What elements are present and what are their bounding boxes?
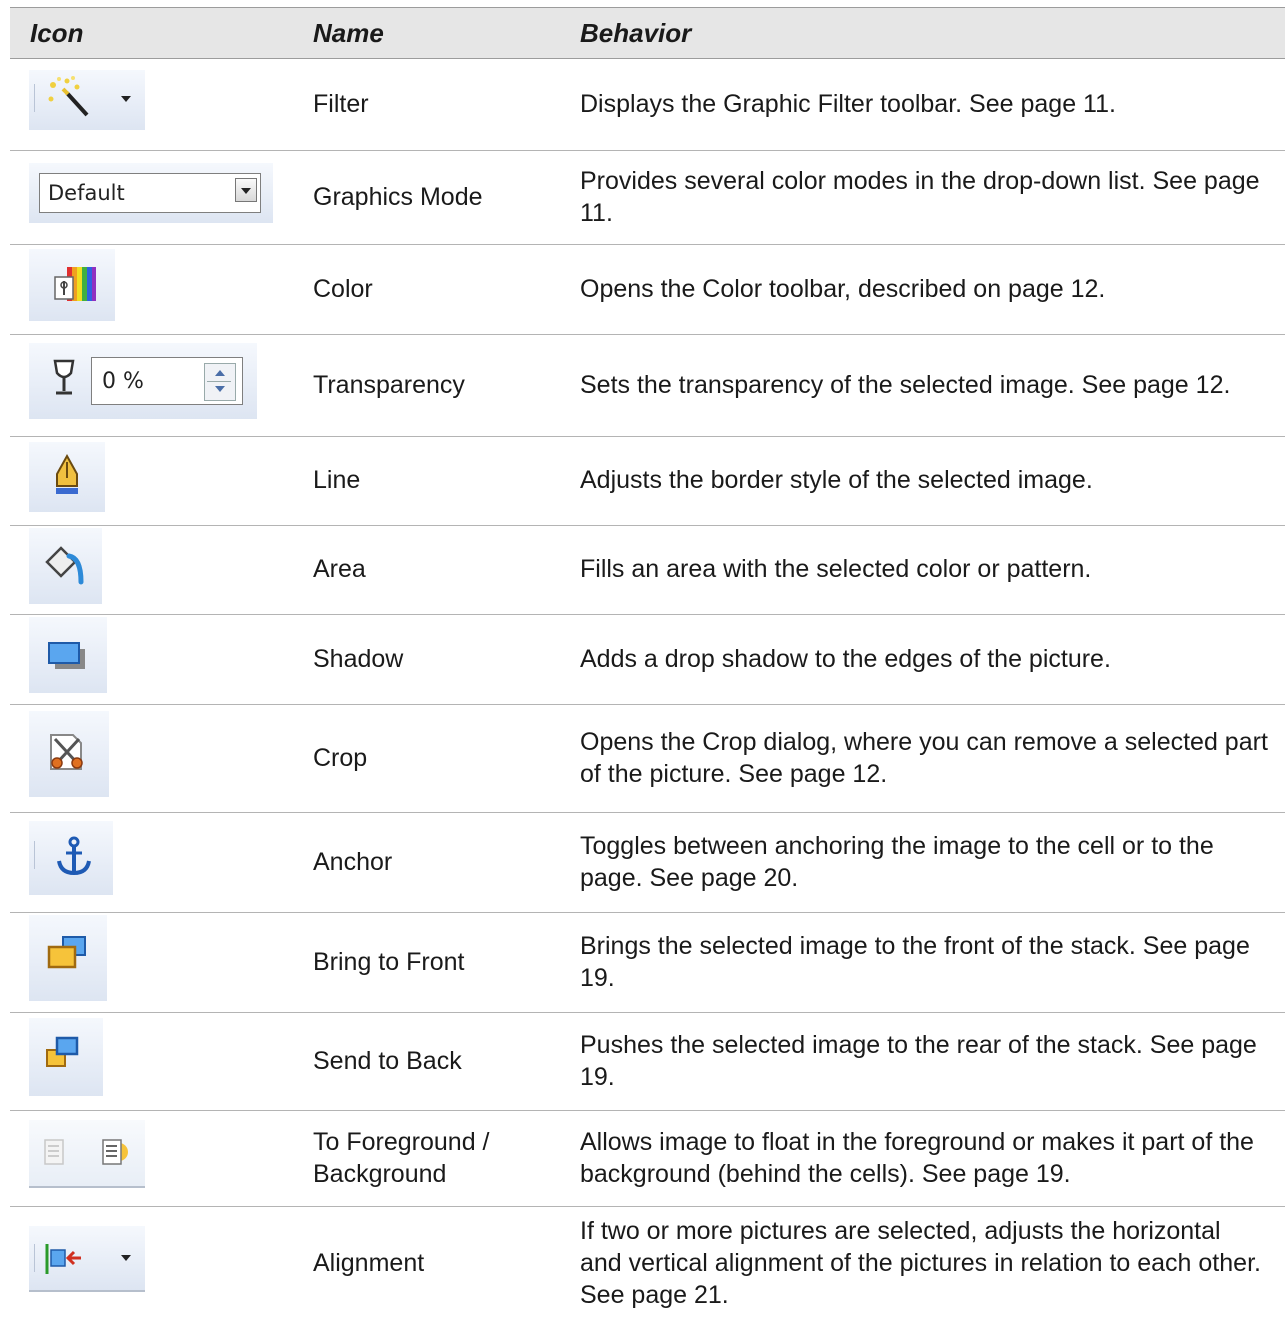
row-behavior: If two or more pictures are selected, ad…	[580, 1217, 1261, 1309]
table-row: Default Graphics Mode Provides several c…	[10, 150, 1285, 245]
send-to-back-icon[interactable]	[29, 1018, 103, 1097]
area-bucket-icon[interactable]	[29, 527, 102, 604]
graphics-mode-combo[interactable]: Default	[39, 173, 261, 214]
icon-cell	[10, 244, 280, 335]
color-icon[interactable]	[29, 249, 115, 322]
header-icon: Icon	[10, 7, 280, 59]
row-name: To Foreground / Background	[280, 1110, 544, 1207]
row-behavior: Brings the selected image to the front o…	[544, 912, 1285, 1013]
bring-to-front-icon[interactable]	[29, 915, 107, 1002]
toolbar-icons-table: Icon Name Behavior Filter Displays the G…	[10, 7, 1285, 1321]
row-name: Filter	[280, 58, 544, 151]
table-row: Anchor Toggles between anchoring the ima…	[10, 812, 1285, 913]
row-behavior: Pushes the selected image to the rear of…	[544, 1012, 1285, 1111]
chevron-down-icon[interactable]	[235, 178, 257, 203]
transparency-spinbox[interactable]: 0 %	[91, 357, 243, 406]
magic-wand-filter-icon[interactable]	[29, 70, 145, 131]
icon-cell	[10, 525, 280, 615]
icon-cell	[10, 58, 280, 151]
row-name: Line	[280, 436, 544, 526]
row-behavior: Opens the Color toolbar, described on pa…	[544, 244, 1285, 335]
icon-cell	[10, 704, 280, 813]
transparency-toolbar: 0 %	[29, 343, 257, 420]
icon-cell: 0 %	[10, 334, 280, 437]
anchor-icon[interactable]	[29, 821, 113, 896]
icon-cell	[10, 1110, 280, 1207]
table-header-row: Icon Name Behavior	[10, 7, 1285, 59]
row-name: Send to Back	[280, 1012, 544, 1111]
table-row: Line Adjusts the border style of the sel…	[10, 436, 1285, 526]
spin-value: 0 %	[102, 369, 144, 395]
row-behavior: Adds a drop shadow to the edges of the p…	[544, 614, 1285, 705]
row-name: Color	[280, 244, 544, 335]
row-name: Anchor	[280, 812, 544, 913]
combo-value: Default	[48, 181, 125, 206]
row-name: Shadow	[280, 614, 544, 705]
graphics-mode-toolbar: Default	[29, 163, 273, 224]
spin-arrows[interactable]	[204, 363, 236, 402]
table-row: Send to Back Pushes the selected image t…	[10, 1012, 1285, 1111]
crop-scissors-icon[interactable]	[29, 711, 109, 798]
table-row: Bring to Front Brings the selected image…	[10, 912, 1285, 1013]
transparency-icon	[53, 359, 75, 395]
table-row: Filter Displays the Graphic Filter toolb…	[10, 58, 1285, 151]
icon-cell	[10, 614, 280, 705]
row-behavior: Allows image to float in the foreground …	[544, 1110, 1285, 1207]
row-behavior: Provides several color modes in the drop…	[544, 150, 1285, 245]
table-row: Color Opens the Color toolbar, described…	[10, 244, 1285, 335]
row-name: Transparency	[280, 334, 544, 437]
row-name: Crop	[280, 704, 544, 813]
icon-cell: Default	[10, 150, 280, 245]
row-behavior: Displays the Graphic Filter toolbar. See…	[544, 58, 1285, 151]
header-behavior: Behavior	[544, 7, 1285, 59]
row-behavior: Opens the Crop dialog, where you can rem…	[544, 704, 1285, 813]
icon-cell	[10, 1012, 280, 1111]
row-behavior: Toggles between anchoring the image to t…	[544, 812, 1285, 913]
line-pen-icon[interactable]	[29, 441, 105, 512]
row-behavior: Fills an area with the selected color or…	[544, 525, 1285, 615]
table-row: Alignment If two or more pictures are se…	[10, 1207, 1285, 1321]
row-name: Bring to Front	[280, 912, 544, 1013]
row-behavior: Sets the transparency of the selected im…	[544, 334, 1285, 437]
document-page: Icon Name Behavior Filter Displays the G…	[0, 0, 1287, 1309]
foreground-background-icon[interactable]	[29, 1120, 145, 1189]
row-name: Alignment	[313, 1248, 425, 1277]
header-name: Name	[280, 7, 544, 59]
row-behavior: Adjusts the border style of the selected…	[544, 436, 1285, 526]
shadow-icon[interactable]	[29, 617, 107, 694]
row-name: Graphics Mode	[280, 150, 544, 245]
icon-cell	[10, 812, 280, 913]
row-name: Area	[280, 525, 544, 615]
icon-cell	[10, 912, 280, 1013]
table-row: 0 % Transparency Sets the transparency o…	[10, 334, 1285, 437]
table-row: Crop Opens the Crop dialog, where you ca…	[10, 704, 1285, 813]
table-row: Shadow Adds a drop shadow to the edges o…	[10, 614, 1285, 705]
icon-cell	[10, 436, 280, 526]
table-row: Area Fills an area with the selected col…	[10, 525, 1285, 615]
icon-cell	[10, 1207, 280, 1321]
alignment-icon[interactable]	[29, 1226, 145, 1293]
table-row: To Foreground / Background Allows image …	[10, 1110, 1285, 1207]
